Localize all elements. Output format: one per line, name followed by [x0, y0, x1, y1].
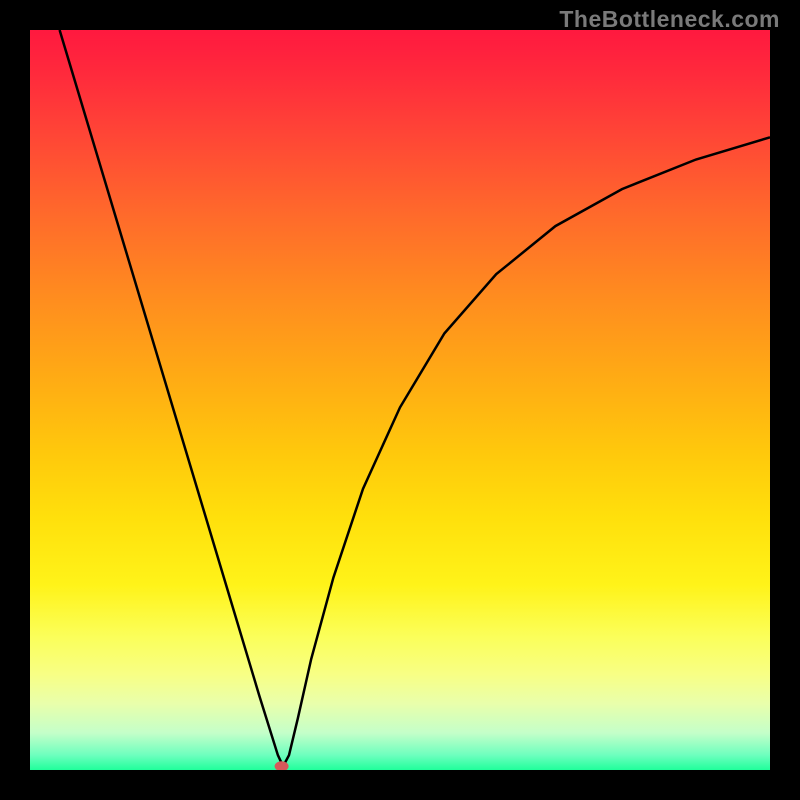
plot-area [30, 30, 770, 770]
minimum-marker [275, 761, 289, 770]
watermark-text: TheBottleneck.com [559, 6, 780, 33]
bottleneck-curve [60, 30, 770, 766]
chart-container: TheBottleneck.com [0, 0, 800, 800]
chart-svg [30, 30, 770, 770]
